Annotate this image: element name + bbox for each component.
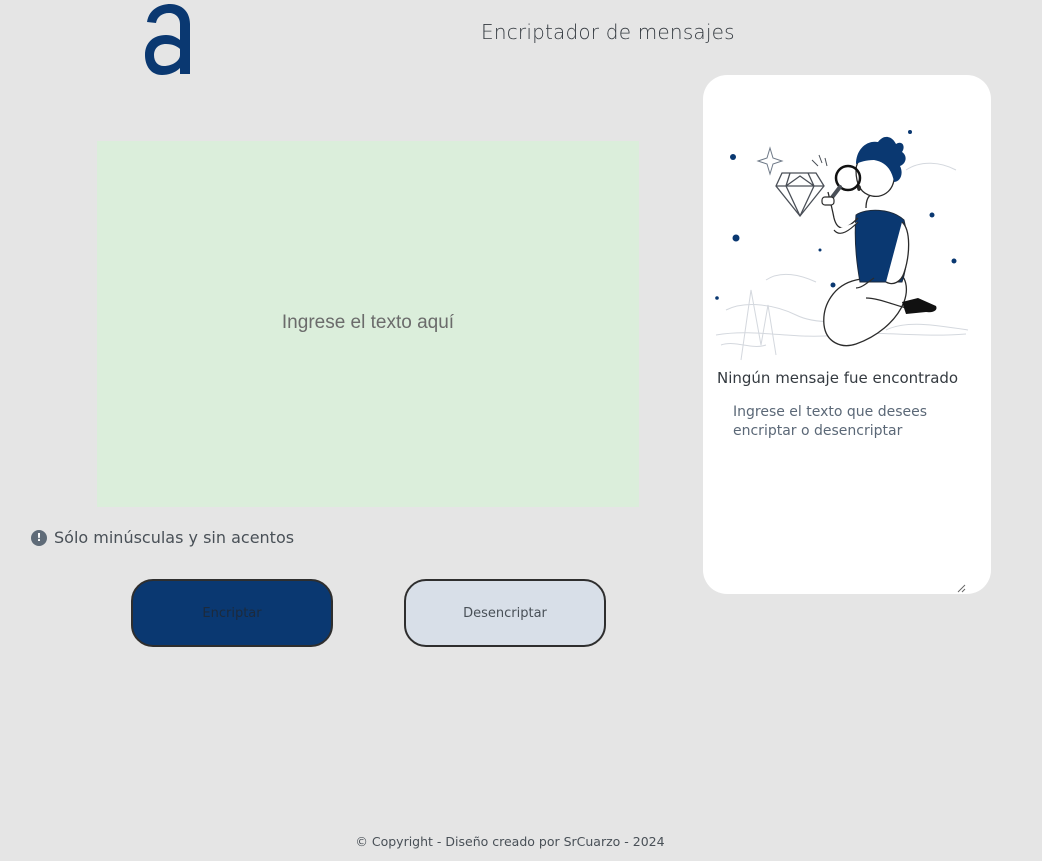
output-title: Ningún mensaje fue encontrado: [717, 369, 959, 387]
person-magnifier-illustration: [715, 130, 969, 361]
output-panel[interactable]: Ningún mensaje fue encontrado Ingrese el…: [703, 75, 991, 594]
encrypt-button[interactable]: Encriptar: [131, 579, 333, 647]
input-hint: ! Sólo minúsculas y sin acentos: [31, 528, 294, 547]
page-title: Encriptador de mensajes: [481, 20, 735, 44]
resize-handle-icon[interactable]: [956, 583, 966, 593]
output-text: Ingrese el texto que desees encriptar o …: [733, 404, 928, 439]
exclamation-circle-icon: !: [31, 529, 47, 546]
hint-text: Sólo minúsculas y sin acentos: [54, 528, 295, 547]
decrypt-button[interactable]: Desencriptar: [404, 579, 606, 647]
footer-copyright: © Copyright - Diseño creado por SrCuarzo…: [355, 834, 665, 849]
logo-icon[interactable]: [142, 2, 196, 76]
message-input[interactable]: [97, 141, 639, 507]
